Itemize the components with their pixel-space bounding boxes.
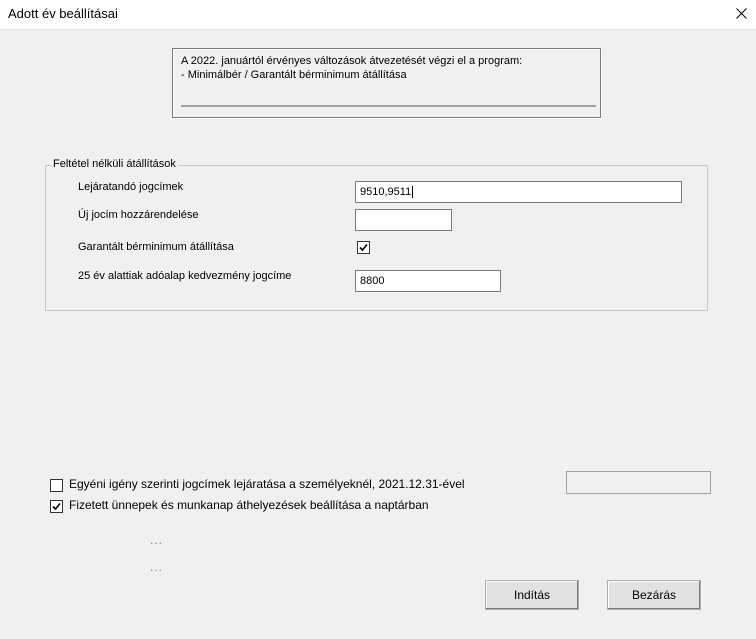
individual-expiry-checkbox[interactable] [50, 479, 63, 492]
info-line-1: A 2022. januártól érvényes változások át… [181, 55, 523, 67]
group-legend: Feltétel nélküli átállítások [51, 158, 178, 170]
window-title: Adott év beállításai [8, 6, 118, 21]
guaranteed-minimum-checkbox[interactable] [357, 241, 370, 254]
info-panel: A 2022. januártól érvényes változások át… [172, 48, 601, 118]
guaranteed-minimum-label: Garantált bérminimum átállítása [78, 241, 234, 253]
checkmark-icon [359, 243, 368, 252]
close-button[interactable] [726, 0, 756, 30]
expiring-codes-value: 9510,9511 [360, 186, 412, 198]
expiring-codes-label: Lejáratandó jogcímek [78, 181, 184, 193]
checkmark-icon [52, 502, 61, 511]
dialog-window: Adott év beállításai A 2022. januártól é… [0, 0, 756, 639]
expiring-codes-input[interactable]: 9510,9511 [355, 181, 682, 203]
info-panel-inner: A 2022. januártól érvényes változások át… [181, 54, 596, 107]
new-code-assign-label: Új jocím hozzárendelése [78, 209, 199, 221]
under-25-discount-label: 25 év alattiak adóalap kedvezmény jogcím… [78, 270, 292, 282]
start-button[interactable]: Indítás [485, 580, 579, 610]
progress-dots-1: ... [150, 533, 164, 547]
under-25-discount-value: 8800 [360, 275, 385, 287]
dialog-body: A 2022. januártól érvényes változások át… [0, 30, 756, 639]
individual-expiry-input[interactable] [566, 471, 711, 494]
title-bar[interactable]: Adott év beállításai [0, 0, 756, 30]
progress-dots-2: ... [150, 560, 164, 574]
paid-holidays-label: Fizetett ünnepek és munkanap áthelyezése… [69, 498, 429, 512]
unconditional-settings-group: Feltétel nélküli átállítások Lejáratandó… [45, 158, 708, 311]
close-dialog-button[interactable]: Bezárás [607, 580, 701, 610]
paid-holidays-checkbox[interactable] [50, 500, 63, 513]
individual-expiry-label: Egyéni igény szerinti jogcímek lejáratás… [69, 477, 465, 491]
text-caret [412, 186, 414, 199]
under-25-discount-input[interactable]: 8800 [355, 270, 501, 292]
new-code-assign-input[interactable] [355, 209, 452, 231]
close-icon [735, 8, 747, 22]
info-line-2: - Minimálbér / Garantált bérminimum átál… [181, 69, 407, 81]
